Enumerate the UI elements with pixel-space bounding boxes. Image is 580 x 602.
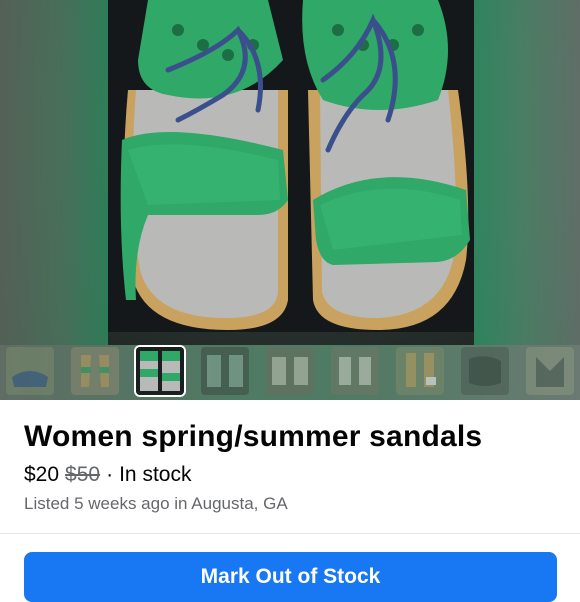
photo-viewer[interactable] [0, 0, 580, 345]
price-line: $20 $50 · In stock [24, 463, 191, 487]
divider [0, 533, 580, 534]
mark-out-of-stock-button[interactable]: Mark Out of Stock [24, 552, 557, 602]
original-price: $50 [65, 463, 101, 486]
right-sandal-upper [302, 0, 448, 110]
stock-status: In stock [119, 463, 192, 486]
current-price: $20 [24, 463, 60, 486]
thumbnail-selected[interactable] [136, 347, 184, 395]
thumbnail[interactable] [331, 347, 379, 395]
thumbnail[interactable] [396, 347, 444, 395]
thumbnail[interactable] [461, 347, 509, 395]
listed-info: Listed 5 weeks ago in Augusta, GA [24, 494, 288, 513]
thumbnail[interactable] [6, 347, 54, 395]
sandals-photo [120, 0, 470, 330]
separator-dot: · [106, 463, 114, 486]
main-product-photo[interactable] [108, 0, 474, 332]
thumbnail-strip [0, 345, 580, 400]
thumbnail[interactable] [266, 347, 314, 395]
thumbnail[interactable] [71, 347, 119, 395]
photo-backdrop-left [0, 0, 108, 345]
listing-title: Women spring/summer sandals [24, 420, 483, 453]
thumbnail[interactable] [201, 347, 249, 395]
photo-backdrop-right [474, 0, 580, 345]
thumbnail[interactable] [526, 347, 574, 395]
